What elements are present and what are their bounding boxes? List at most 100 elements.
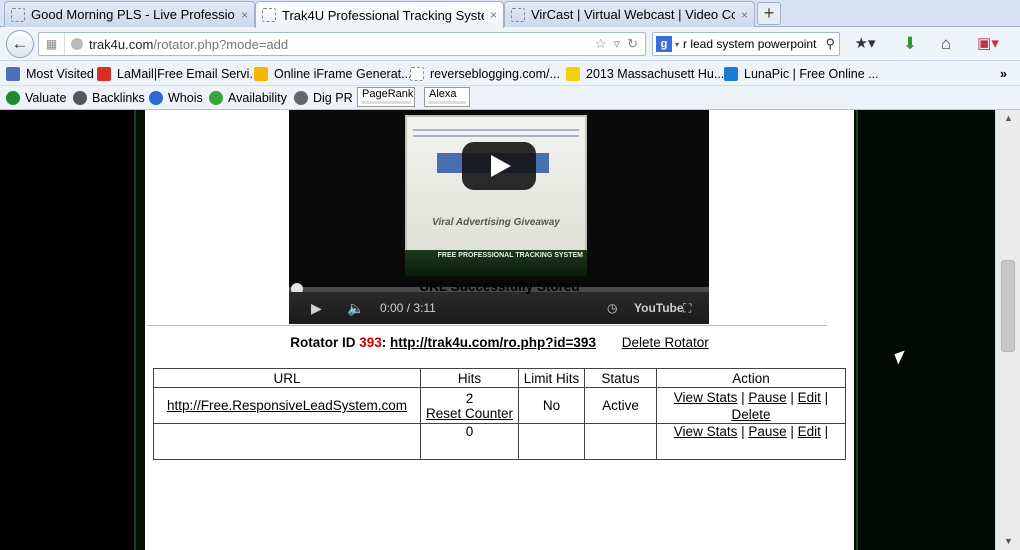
time-separator: / [406, 301, 411, 315]
search-input[interactable]: r lead system powerpoint [679, 37, 825, 51]
status-message: URL Successfully Stored [419, 279, 580, 294]
youtube-logo[interactable]: YouTube [634, 300, 684, 316]
bookmark-massachusetts[interactable]: 2013 Massachusett Hu... [566, 65, 724, 83]
bookmark-label: 2013 Massachusett Hu... [586, 67, 725, 81]
play-icon[interactable]: ▶ [311, 300, 322, 316]
bookmark-label: Online iFrame Generat... [274, 67, 412, 81]
reload-icon[interactable]: ↻ [627, 36, 638, 52]
bookmark-label: reverseblogging.com/... [430, 67, 560, 81]
addon-label: Backlinks [92, 91, 145, 105]
table-header-row: URL Hits Limit Hits Status Action [153, 368, 846, 388]
new-tab-button[interactable]: + [757, 2, 781, 25]
bookmark-iframe-generator[interactable]: Online iFrame Generat... [254, 65, 412, 83]
url-table: URL Hits Limit Hits Status Action http:/… [153, 368, 846, 460]
valuate-button[interactable]: Valuate [6, 89, 66, 107]
bookmark-star-icon[interactable]: ☆ [595, 36, 607, 52]
volume-icon[interactable]: 🔈 [347, 300, 364, 316]
back-button[interactable]: ← [6, 30, 34, 58]
alexa-meter[interactable]: Alexa [424, 87, 470, 107]
fullscreen-icon[interactable]: ⛶ [683, 300, 691, 316]
page-icon [11, 7, 25, 22]
vertical-scrollbar[interactable]: ▲ ▼ [995, 110, 1020, 550]
home-icon[interactable]: ⌂ [935, 34, 957, 54]
video-time: 0:00 / 3:11 [380, 300, 436, 316]
gmail-icon [97, 67, 111, 81]
tab-label: VirCast | Virtual Webcast | Video Conf..… [531, 7, 735, 22]
view-stats-link[interactable]: View Stats [674, 424, 738, 439]
search-icon[interactable]: ⚲ [825, 36, 835, 52]
close-icon[interactable]: × [741, 8, 748, 22]
scrollbar-thumb[interactable] [1001, 260, 1015, 352]
bookmark-lunapic[interactable]: LunaPic | Free Online ... [724, 65, 879, 83]
status-value: Active [584, 387, 657, 424]
url-path: /rotator.php?mode=add [153, 36, 289, 52]
bookmarks-toolbar: Most Visited LaMail|Free Email Servi... … [0, 61, 1020, 86]
shovel-icon [294, 91, 308, 105]
bookmarks-menu-icon[interactable]: ★▾ [853, 34, 877, 54]
scroll-down-arrow[interactable]: ▼ [996, 533, 1020, 550]
magnifier-icon [209, 91, 223, 105]
edit-link[interactable]: Edit [798, 424, 821, 439]
column-header: Action [656, 368, 846, 388]
view-stats-link[interactable]: View Stats [674, 390, 738, 405]
tab-vircast[interactable]: VirCast | Virtual Webcast | Video Conf..… [504, 1, 755, 27]
column-header: Hits [420, 368, 519, 388]
dropdown-arrow-icon[interactable]: ▿ [614, 36, 621, 52]
edit-link[interactable]: Edit [798, 390, 821, 405]
tab-label: Trak4U Professional Tracking System [282, 7, 484, 23]
left-background [0, 110, 136, 550]
tab-trak4u[interactable]: Trak4U Professional Tracking System × [255, 1, 504, 28]
url-link[interactable]: http://Free.ResponsiveLeadSystem.com [167, 398, 407, 413]
download-icon[interactable]: ⬇ [899, 34, 921, 54]
close-icon[interactable]: × [241, 8, 248, 22]
alexa-bar [428, 101, 466, 104]
divider [147, 325, 827, 326]
bookmark-lamail[interactable]: LaMail|Free Email Servi... [97, 65, 260, 83]
rotator-link[interactable]: http://trak4u.com/ro.php?id=393 [390, 335, 596, 350]
whois-button[interactable]: Whois [149, 89, 203, 107]
tab-good-morning[interactable]: Good Morning PLS - Live Professiona... × [4, 1, 255, 27]
address-bar[interactable]: ▦ trak4u.com/rotator.php?mode=add ☆ ▿ ↻ [38, 32, 646, 56]
url-host: trak4u.com [89, 36, 154, 52]
time-current: 0:00 [380, 301, 404, 315]
backlinks-button[interactable]: Backlinks [73, 89, 145, 107]
rotator-id: 393 [359, 335, 382, 350]
google-icon[interactable]: g [656, 36, 672, 52]
url-text[interactable]: trak4u.com/rotator.php?mode=add [89, 37, 595, 52]
pause-link[interactable]: Pause [748, 424, 786, 439]
play-overlay-button[interactable] [462, 142, 536, 190]
addon-label: Whois [168, 91, 203, 105]
close-icon[interactable]: × [490, 8, 497, 22]
delete-rotator-link[interactable]: Delete Rotator [622, 335, 709, 350]
bookmark-reverseblogging[interactable]: reverseblogging.com/... [410, 65, 560, 83]
availability-button[interactable]: Availability [209, 89, 287, 107]
right-background [856, 110, 995, 550]
rotator-id-label: Rotator ID [290, 335, 356, 350]
tab-strip: Good Morning PLS - Live Professiona... ×… [0, 0, 1020, 28]
delete-link[interactable]: Delete [731, 407, 770, 422]
feather-icon [566, 67, 580, 81]
pagerank-bar [361, 101, 411, 104]
addon-label: Availability [228, 91, 287, 105]
video-controls: ▶ 🔈 0:00 / 3:11 ◷ YouTube ⛶ [289, 292, 709, 324]
reset-counter-link[interactable]: Reset Counter [426, 406, 513, 421]
navigation-bar: ← ▦ trak4u.com/rotator.php?mode=add ☆ ▿ … [0, 27, 1020, 61]
page-icon [262, 8, 276, 22]
addon-menu-icon[interactable]: ▣▾ [973, 34, 1003, 54]
watch-later-icon[interactable]: ◷ [607, 300, 617, 316]
dig-pr-button[interactable]: Dig PR [294, 89, 353, 107]
site-identity-icon[interactable]: ▦ [39, 33, 65, 55]
pagerank-meter[interactable]: PageRank [357, 87, 415, 107]
bookmark-label: Most Visited [26, 67, 94, 81]
time-total: 3:11 [413, 301, 436, 315]
play-icon [491, 155, 511, 177]
table-row: 0 View Stats | Pause | Edit | [153, 423, 846, 460]
thumbnail-caption: Viral Advertising Giveaway [432, 217, 560, 228]
seo-addon-toolbar: Valuate Backlinks Whois Availability Dig… [0, 86, 1020, 110]
pause-link[interactable]: Pause [748, 390, 786, 405]
bookmark-most-visited[interactable]: Most Visited [6, 65, 94, 83]
bookmarks-overflow-icon[interactable]: » [1000, 65, 1007, 83]
search-box[interactable]: g ▾ r lead system powerpoint ⚲ [652, 32, 840, 56]
scroll-up-arrow[interactable]: ▲ [996, 110, 1020, 127]
dollar-icon [6, 91, 20, 105]
